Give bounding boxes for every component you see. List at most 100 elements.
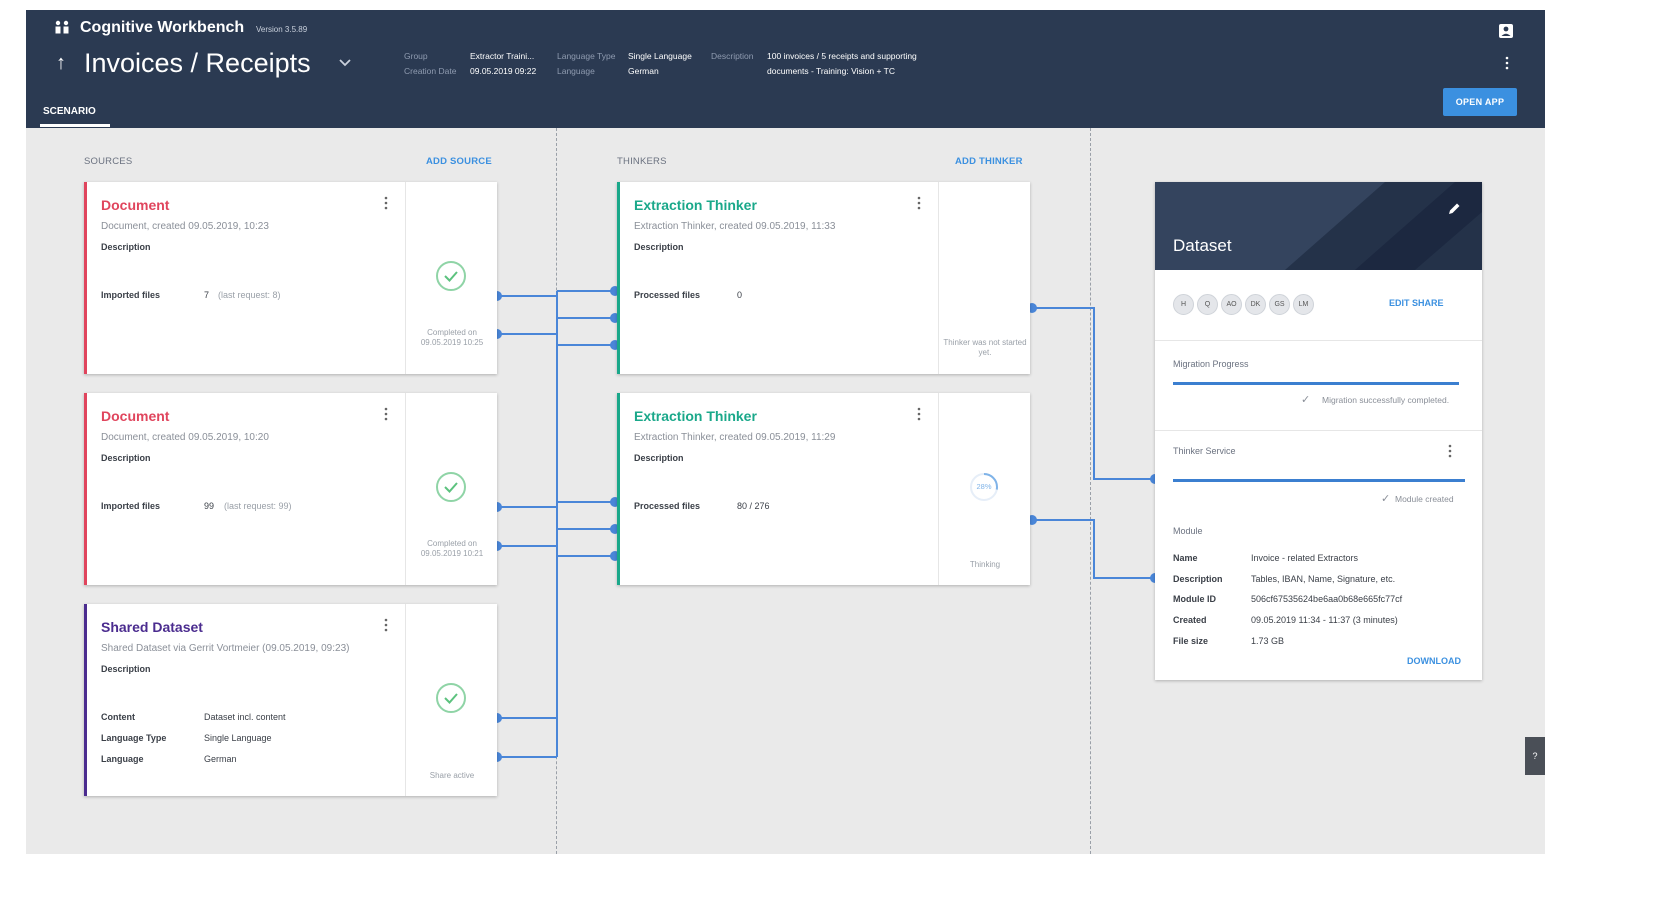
help-button[interactable]: ? — [1525, 737, 1545, 775]
source-card-row-value: Single Language — [204, 733, 272, 743]
source-card-row-note: (last request: 8) — [218, 290, 281, 300]
thinker-card-status: 28% Thinking — [938, 393, 1030, 585]
thinker-card[interactable]: Extraction Thinker Extraction Thinker, c… — [617, 182, 1030, 374]
thinkers-label: THINKERS — [617, 156, 667, 167]
more-vert-icon[interactable] — [916, 196, 922, 210]
avatar[interactable]: LM — [1293, 294, 1314, 315]
module-row-value: Tables, IBAN, Name, Signature, etc. — [1251, 574, 1396, 584]
migration-progress-bar — [1173, 382, 1459, 385]
thinker-service-note: Module created — [1395, 494, 1454, 504]
meta-language-label: Language — [557, 66, 595, 76]
source-card-title: Shared Dataset — [101, 619, 203, 635]
dataset-title: Dataset — [1173, 236, 1232, 255]
add-thinker-button[interactable]: ADD THINKER — [955, 156, 1023, 167]
migration-progress-label: Migration Progress — [1173, 359, 1249, 369]
dataset-panel: Dataset H Q AO DK GS LM EDIT SHARE Migra… — [1155, 182, 1482, 680]
migration-progress-note: Migration successfully completed. — [1322, 395, 1450, 405]
meta-description-line2: documents - Training: Vision + TC — [767, 66, 895, 76]
source-card-status: Completed on 09.05.2019 10:25 — [405, 182, 497, 374]
source-card-status-text: Share active — [429, 771, 475, 780]
more-vert-icon[interactable] — [383, 196, 389, 210]
app-logo-icon — [54, 19, 72, 40]
thinker-card-description: Description — [634, 453, 684, 463]
add-source-button[interactable]: ADD SOURCE — [426, 156, 492, 167]
source-card-status: Completed on 09.05.2019 10:21 — [405, 393, 497, 585]
check-circle-icon — [435, 682, 467, 714]
app-title: Cognitive Workbench — [80, 19, 245, 36]
thinker-service-progress-fill — [1173, 479, 1465, 482]
download-button[interactable]: DOWNLOAD — [1407, 656, 1461, 666]
module-row-value: Invoice - related Extractors — [1251, 553, 1359, 563]
more-vert-icon[interactable] — [916, 407, 922, 421]
thinker-card-title: Extraction Thinker — [634, 197, 757, 213]
thinker-card-subtitle: Extraction Thinker, created 09.05.2019, … — [634, 432, 836, 443]
edit-pencil-icon[interactable] — [1446, 201, 1462, 217]
avatar[interactable]: H — [1173, 294, 1194, 315]
source-card[interactable]: Shared Dataset Shared Dataset via Gerrit… — [84, 604, 497, 796]
avatar[interactable]: GS — [1269, 294, 1290, 315]
source-card[interactable]: Document Document, created 09.05.2019, 1… — [84, 182, 497, 374]
thinker-card-row-value: 0 — [737, 290, 743, 300]
source-card-title: Document — [101, 408, 170, 424]
source-card-row-key: Content — [101, 712, 135, 722]
thinker-service-progress-bar — [1173, 479, 1465, 482]
more-vert-icon[interactable] — [1504, 56, 1510, 70]
app-version: Version 3.5.89 — [256, 25, 308, 34]
source-card-status: Share active — [405, 604, 497, 796]
avatar[interactable]: Q — [1197, 294, 1218, 315]
module-row-key: Description — [1173, 574, 1223, 584]
scenario-title: Invoices / Receipts — [84, 48, 311, 78]
source-card-description: Description — [101, 453, 151, 463]
module-row-value: 1.73 GB — [1251, 636, 1285, 646]
source-card-row-key: Imported files — [101, 290, 161, 300]
source-card-row-key: Language Type — [101, 733, 167, 743]
thinker-card-row-key: Processed files — [634, 290, 701, 300]
thinker-card-status-text: Thinking — [969, 560, 1001, 569]
source-card-row-key: Language — [101, 754, 144, 764]
source-card-row-value: 7 — [204, 290, 210, 300]
meta-language-type-value: Single Language — [628, 51, 692, 61]
avatar[interactable]: AO — [1221, 294, 1242, 315]
arrow-up-icon[interactable]: ↑ — [56, 52, 66, 75]
avatar[interactable]: DK — [1245, 294, 1266, 315]
check-icon: ✓ — [1381, 493, 1391, 505]
meta-language-type-label: Language Type — [557, 51, 616, 61]
source-card-title: Document — [101, 197, 170, 213]
more-vert-icon[interactable] — [383, 618, 389, 632]
module-row-value: 506cf67535624be6aa0b68e665fc77cf — [1251, 594, 1403, 604]
thinker-card-description: Description — [634, 242, 684, 252]
thinker-card-row-value: 80 / 276 — [737, 501, 770, 511]
connector-line — [1032, 519, 1155, 579]
thinker-card[interactable]: Extraction Thinker Extraction Thinker, c… — [617, 393, 1030, 585]
source-card[interactable]: Document Document, created 09.05.2019, 1… — [84, 393, 497, 585]
module-row-key: Module ID — [1173, 594, 1216, 604]
connector-line — [1032, 307, 1155, 480]
source-card-subtitle: Document, created 09.05.2019, 10:20 — [101, 432, 269, 443]
edit-share-button[interactable]: EDIT SHARE — [1389, 298, 1444, 308]
thinker-card-status: Thinker was not started yet. — [938, 182, 1030, 374]
open-app-button[interactable]: OPEN APP — [1443, 88, 1517, 116]
migration-progress-fill — [1173, 382, 1459, 385]
thinker-progress-label: 28% — [976, 482, 992, 491]
source-card-row-value: German — [204, 754, 237, 764]
account-icon[interactable] — [1499, 24, 1513, 38]
meta-group-label: Group — [404, 51, 428, 61]
tab-active-indicator — [40, 124, 110, 127]
more-vert-icon[interactable] — [383, 407, 389, 421]
chevron-down-icon[interactable] — [336, 54, 354, 72]
source-card-subtitle: Shared Dataset via Gerrit Vortmeier (09.… — [101, 643, 350, 654]
sources-label: SOURCES — [84, 156, 133, 167]
module-row-value: 09.05.2019 11:34 - 11:37 (3 minutes) — [1251, 615, 1398, 625]
divider — [1155, 340, 1482, 341]
column-divider — [556, 128, 557, 854]
meta-description-line1: 100 invoices / 5 receipts and supporting — [767, 51, 917, 61]
meta-creation-date-value: 09.05.2019 09:22 — [470, 66, 537, 76]
meta-language-value: German — [628, 66, 659, 76]
thinker-card-subtitle: Extraction Thinker, created 09.05.2019, … — [634, 221, 836, 232]
source-card-subtitle: Document, created 09.05.2019, 10:23 — [101, 221, 269, 232]
meta-creation-date-label: Creation Date — [404, 66, 457, 76]
divider — [1155, 430, 1482, 431]
thinker-card-title: Extraction Thinker — [634, 408, 757, 424]
tab-scenario[interactable]: SCENARIO — [43, 106, 96, 117]
more-vert-icon[interactable] — [1447, 444, 1453, 458]
